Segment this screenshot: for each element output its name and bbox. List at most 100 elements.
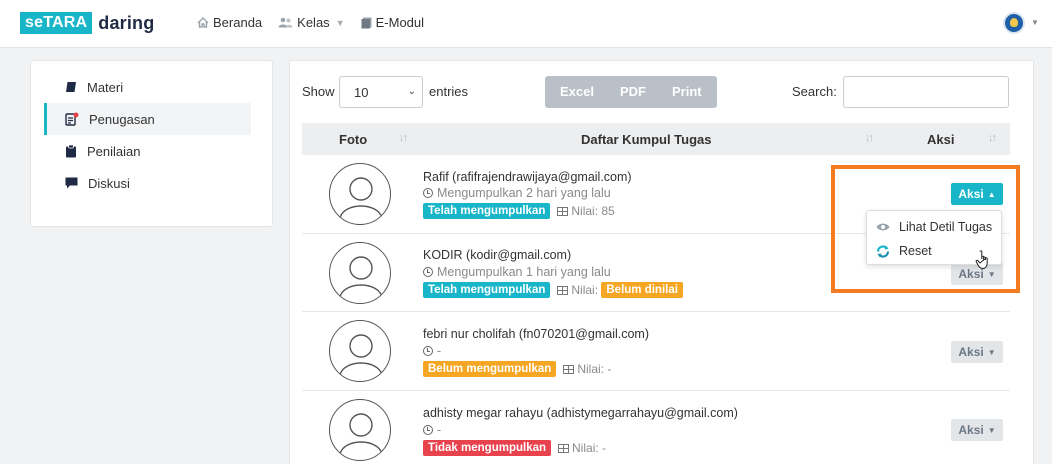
table-row: adhisty megar rahayu (adhistymegarrahayu… <box>302 391 1010 464</box>
nav-item-kelas[interactable]: Kelas ▼ <box>278 15 345 30</box>
module-icon <box>361 17 372 28</box>
show-label: Show <box>302 84 335 99</box>
brand-logo-part2: daring <box>98 12 155 33</box>
status-group: Telah mengumpulkan Nilai: Belum dinilai <box>423 282 683 298</box>
sidebar-menu: Materi Penugasan Penilaian Diskusi <box>30 60 273 227</box>
grade-label: Nilai: <box>572 441 599 455</box>
grade: Nilai: 85 <box>557 204 615 218</box>
status-group: Tidak mengumpulkan Nilai: - <box>423 440 606 456</box>
home-icon <box>197 17 209 28</box>
submission-time: - <box>423 344 441 358</box>
grade: Nilai: Belum dinilai <box>557 282 683 298</box>
aksi-button-label: Aksi <box>958 345 984 359</box>
chevron-down-icon: ▼ <box>987 425 996 435</box>
nav-item-beranda[interactable]: Beranda <box>197 15 262 30</box>
grade-label: Nilai: <box>571 283 599 297</box>
status-badge: Telah mengumpulkan <box>423 282 551 298</box>
highlight-annotation <box>831 165 1020 293</box>
status-badge: Belum mengumpulkan <box>423 361 557 377</box>
chevron-down-icon: ▼ <box>335 17 345 28</box>
users-icon <box>278 17 293 28</box>
submission-time: Mengumpulkan 2 hari yang lalu <box>423 186 611 200</box>
table-icon <box>563 364 575 374</box>
avatar <box>329 242 391 304</box>
clipboard-icon <box>66 144 76 157</box>
excel-button[interactable]: Excel <box>545 76 607 108</box>
student-name: KODIR (kodir@gmail.com) <box>423 248 572 262</box>
clock-icon <box>423 346 433 356</box>
status-badge: Tidak mengumpulkan <box>423 440 552 456</box>
status-group: Telah mengumpulkan Nilai: 85 <box>423 203 615 219</box>
submission-time: - <box>423 423 441 437</box>
grade-label: Nilai: <box>577 362 604 376</box>
nav-item-emodul[interactable]: E-Modul <box>361 15 424 30</box>
aksi-button[interactable]: Aksi ▼ <box>951 341 1003 363</box>
column-header-tugas[interactable]: Daftar Kumpul Tugas <box>581 132 712 147</box>
student-name: Rafif (rafifrajendrawijaya@gmail.com) <box>423 170 632 184</box>
sidebar-item-label: Materi <box>87 79 124 95</box>
top-navbar: seTARA daring Beranda Kelas ▼ E-Modul ▼ <box>0 0 1052 48</box>
student-name: adhisty megar rahayu (adhistymegarrahayu… <box>423 406 738 420</box>
grade: Nilai: - <box>558 441 606 455</box>
table-row: febri nur cholifah (fn070201@gmail.com) … <box>302 312 1010 391</box>
hand-cursor-icon <box>975 250 988 270</box>
pdf-button[interactable]: PDF <box>606 76 659 108</box>
grade-value: - <box>607 362 612 376</box>
avatar <box>329 320 391 382</box>
grade-label: Nilai: <box>571 204 599 218</box>
entries-length-select[interactable]: 10 ⌄ <box>339 76 423 108</box>
submission-time: Mengumpulkan 1 hari yang lalu <box>423 265 611 279</box>
nav-label-kelas: Kelas <box>297 15 330 30</box>
sidebar-item-label: Penugasan <box>89 111 155 127</box>
clock-icon <box>423 188 433 198</box>
grade-value: - <box>602 441 607 455</box>
column-header-aksi[interactable]: Aksi <box>927 132 954 147</box>
column-header-foto[interactable]: Foto <box>339 132 367 147</box>
clock-icon <box>423 425 433 435</box>
sidebar-item-penugasan[interactable]: Penugasan <box>44 103 251 135</box>
user-placeholder-icon <box>339 177 383 219</box>
avatar <box>329 163 391 225</box>
grade-value: 85 <box>601 204 615 218</box>
chat-icon <box>65 177 78 189</box>
sort-icon[interactable]: ↓↑ <box>988 132 997 144</box>
sort-icon[interactable]: ↓↑ <box>399 132 408 144</box>
sidebar-item-penilaian[interactable]: Penilaian <box>44 135 251 167</box>
entries-label: entries <box>429 84 469 99</box>
table-header: Foto ↓↑ Daftar Kumpul Tugas ↓↑ Aksi ↓↑ <box>302 123 1010 155</box>
grade-badge: Belum dinilai <box>601 282 683 298</box>
export-button-group: Excel PDF Print <box>545 76 717 108</box>
chevron-down-icon[interactable]: ▼ <box>1031 18 1039 27</box>
user-avatar[interactable] <box>1003 12 1025 34</box>
submission-time-text: Mengumpulkan 1 hari yang lalu <box>437 265 611 279</box>
grade: Nilai: - <box>563 362 611 376</box>
clock-icon <box>423 267 433 277</box>
chevron-down-icon: ▼ <box>987 347 996 357</box>
nav-label-emodul: E-Modul <box>375 15 425 30</box>
sidebar-item-materi[interactable]: Materi <box>44 71 251 103</box>
user-placeholder-icon <box>339 256 383 298</box>
sort-icon[interactable]: ↓↑ <box>865 132 874 144</box>
sidebar-item-label: Penilaian <box>87 143 141 159</box>
brand-logo-part1: seTARA <box>20 12 93 34</box>
sidebar-item-diskusi[interactable]: Diskusi <box>44 167 251 199</box>
sidebar-item-label: Diskusi <box>88 175 130 191</box>
table-icon <box>558 443 570 453</box>
submission-time-text: - <box>437 344 442 358</box>
user-placeholder-icon <box>339 413 383 455</box>
print-button[interactable]: Print <box>658 76 717 108</box>
book-icon <box>66 82 76 92</box>
table-icon <box>557 285 569 295</box>
aksi-button-label: Aksi <box>958 423 984 437</box>
assignment-icon <box>65 112 79 126</box>
status-badge: Telah mengumpulkan <box>423 203 551 219</box>
search-label: Search: <box>792 84 837 99</box>
aksi-button[interactable]: Aksi ▼ <box>951 419 1003 441</box>
nav-label-beranda: Beranda <box>213 15 263 30</box>
search-input[interactable] <box>843 76 1009 108</box>
entries-length-value: 10 <box>354 84 369 100</box>
brand-logo[interactable]: seTARA daring <box>20 12 154 34</box>
chevron-down-icon: ⌄ <box>407 86 416 97</box>
main-nav: Beranda Kelas ▼ E-Modul <box>197 15 440 30</box>
submission-time-text: - <box>437 423 442 437</box>
